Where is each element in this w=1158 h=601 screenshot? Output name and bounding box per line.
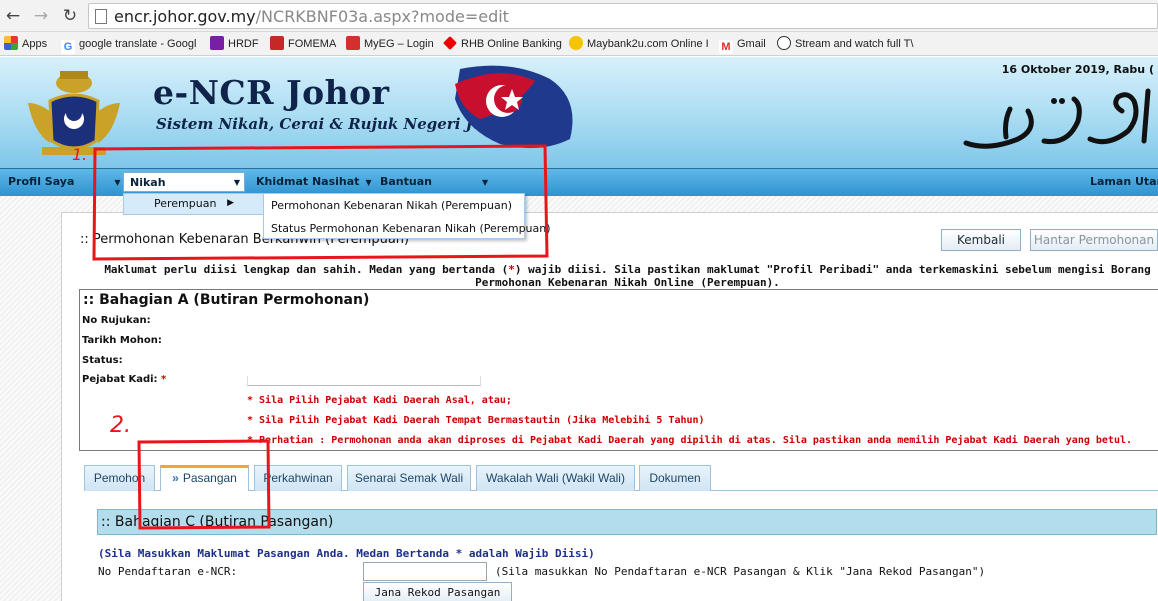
chevron-down-icon: ▼: [481, 178, 489, 187]
pejabat-kadi-label: Pejabat Kadi: *: [82, 374, 167, 385]
bookmark-google-translate[interactable]: Ggoogle translate - Googl: [61, 36, 196, 54]
stream-icon: [777, 36, 791, 50]
maybank-icon: [569, 36, 583, 50]
section-a: :: Bahagian A (Butiran Permohonan) No Ru…: [79, 289, 1158, 451]
hrdf-icon: [210, 36, 224, 50]
google-icon: G: [61, 40, 75, 54]
johor-crest-icon: [28, 71, 120, 155]
tab-dokumen[interactable]: Dokumen: [639, 465, 711, 491]
reload-icon[interactable]: ↻: [60, 6, 80, 26]
bookmarks-bar: Apps Ggoogle translate - Googl HRDF FOME…: [0, 32, 1158, 56]
submenu-status-permohonan[interactable]: Status Permohonan Kebenaran Nikah (Perem…: [271, 222, 551, 235]
section-c-heading: :: Bahagian C (Butiran Pasangan): [101, 514, 334, 530]
chevron-down-icon: ▼: [233, 178, 240, 187]
chevron-right-icon: ▶: [227, 198, 234, 208]
apps-icon: [4, 36, 18, 50]
menu-khidmat-nasihat[interactable]: Khidmat Nasihat ▼: [256, 175, 372, 188]
jana-rekod-pasangan-button[interactable]: Jana Rekod Pasangan: [363, 582, 512, 601]
bookmark-myeg[interactable]: MyEG – Login: [346, 36, 434, 52]
tab-wakalah-wali[interactable]: Wakalah Wali (Wakil Wali): [476, 465, 635, 491]
gmail-icon: M: [719, 40, 733, 54]
back-icon[interactable]: ←: [3, 6, 23, 26]
screen: ← → ↻ encr.johor.gov.my/NCRKBNF03a.aspx?…: [0, 0, 1158, 601]
tab-pasangan[interactable]: » Pasangan: [160, 465, 249, 491]
tab-perkahwinan[interactable]: Perkahwinan: [254, 465, 342, 491]
no-pendaftaran-label: No Pendaftaran e-NCR:: [98, 565, 238, 578]
browser-toolbar: ← → ↻ encr.johor.gov.my/NCRKBNF03a.aspx?…: [0, 0, 1158, 32]
no-pendaftaran-input[interactable]: [363, 562, 487, 581]
site-title: e-NCR Johor: [153, 73, 390, 112]
rhb-icon: [443, 36, 457, 50]
menu-nikah[interactable]: Nikah ▼: [123, 172, 245, 192]
bookmark-maybank[interactable]: Maybank2u.com Online I: [569, 36, 709, 52]
kadi-warning-2: * Sila Pilih Pejabat Kadi Daerah Tempat …: [247, 415, 705, 426]
pejabat-kadi-select[interactable]: [247, 376, 481, 386]
bookmark-stream[interactable]: Stream and watch full T\: [777, 36, 913, 52]
myeg-icon: [346, 36, 360, 50]
menu-laman-utama[interactable]: Laman Utam: [1090, 175, 1158, 188]
bookmark-hrdf[interactable]: HRDF: [210, 36, 259, 52]
menu-bantuan[interactable]: Bantuan ▼: [380, 175, 488, 188]
tab-senarai-semak-wali[interactable]: Senarai Semak Wali: [347, 465, 471, 491]
pasangan-hint: (Sila Masukkan Maklumat Pasangan Anda. M…: [98, 547, 595, 560]
hantar-permohonan-button[interactable]: Hantar Permohonan: [1030, 229, 1158, 251]
jawi-logo-icon: [963, 88, 1151, 149]
page-icon: [95, 9, 107, 24]
kadi-warning-3: * Perhatian : Permohonan anda akan dipro…: [247, 435, 1133, 446]
address-url: encr.johor.gov.my/NCRKBNF03a.aspx?mode=e…: [114, 7, 509, 26]
form-notice: Maklumat perlu diisi lengkap dan sahih. …: [104, 263, 1151, 289]
main-menu: Profil Saya ▼ Nikah ▼ Khidmat Nasihat ▼ Ban…: [0, 168, 1158, 196]
address-bar[interactable]: encr.johor.gov.my/NCRKBNF03a.aspx?mode=e…: [88, 3, 1158, 29]
submenu-permohonan-kebenaran[interactable]: Permohonan Kebenaran Nikah (Perempuan): [271, 199, 512, 212]
bookmark-gmail[interactable]: M Gmail: [719, 36, 766, 54]
kadi-warning-1: * Sila Pilih Pejabat Kadi Daerah Asal, a…: [247, 395, 512, 406]
fomema-icon: [270, 36, 284, 50]
header-date: 16 Oktober 2019, Rabu (: [1001, 63, 1154, 76]
site-header: e-NCR Johor Sistem Nikah, Cerai & Rujuk …: [0, 57, 1158, 168]
chevron-down-icon: ▼: [114, 178, 121, 187]
bookmark-rhb[interactable]: RHB Online Banking: [443, 36, 562, 52]
nikah-dropdown: Perempuan ▶: [123, 193, 267, 215]
bookmark-apps[interactable]: Apps: [4, 36, 47, 52]
chevron-down-icon: ▼: [365, 178, 372, 187]
no-rujukan-label: No Rujukan:: [82, 315, 151, 326]
double-chevron-right-icon: »: [172, 471, 179, 485]
tab-pemohon[interactable]: Pemohon: [84, 465, 155, 491]
section-c: :: Bahagian C (Butiran Pasangan): [97, 509, 1157, 535]
bookmark-fomema[interactable]: FOMEMA: [270, 36, 336, 52]
perempuan-submenu: Permohonan Kebenaran Nikah (Perempuan) S…: [263, 193, 551, 239]
tarikh-mohon-label: Tarikh Mohon:: [82, 335, 162, 346]
status-label: Status:: [82, 355, 123, 366]
johor-map-flag-icon: [455, 65, 573, 148]
kembali-button[interactable]: Kembali: [941, 229, 1021, 251]
forward-icon[interactable]: →: [31, 6, 51, 26]
section-a-heading: :: Bahagian A (Butiran Permohonan): [83, 292, 370, 308]
menu-profil-saya[interactable]: Profil Saya ▼: [8, 175, 121, 188]
no-pendaftaran-hint: (Sila masukkan No Pendaftaran e-NCR Pasa…: [495, 565, 986, 578]
dropdown-item-perempuan[interactable]: Perempuan: [154, 197, 216, 210]
